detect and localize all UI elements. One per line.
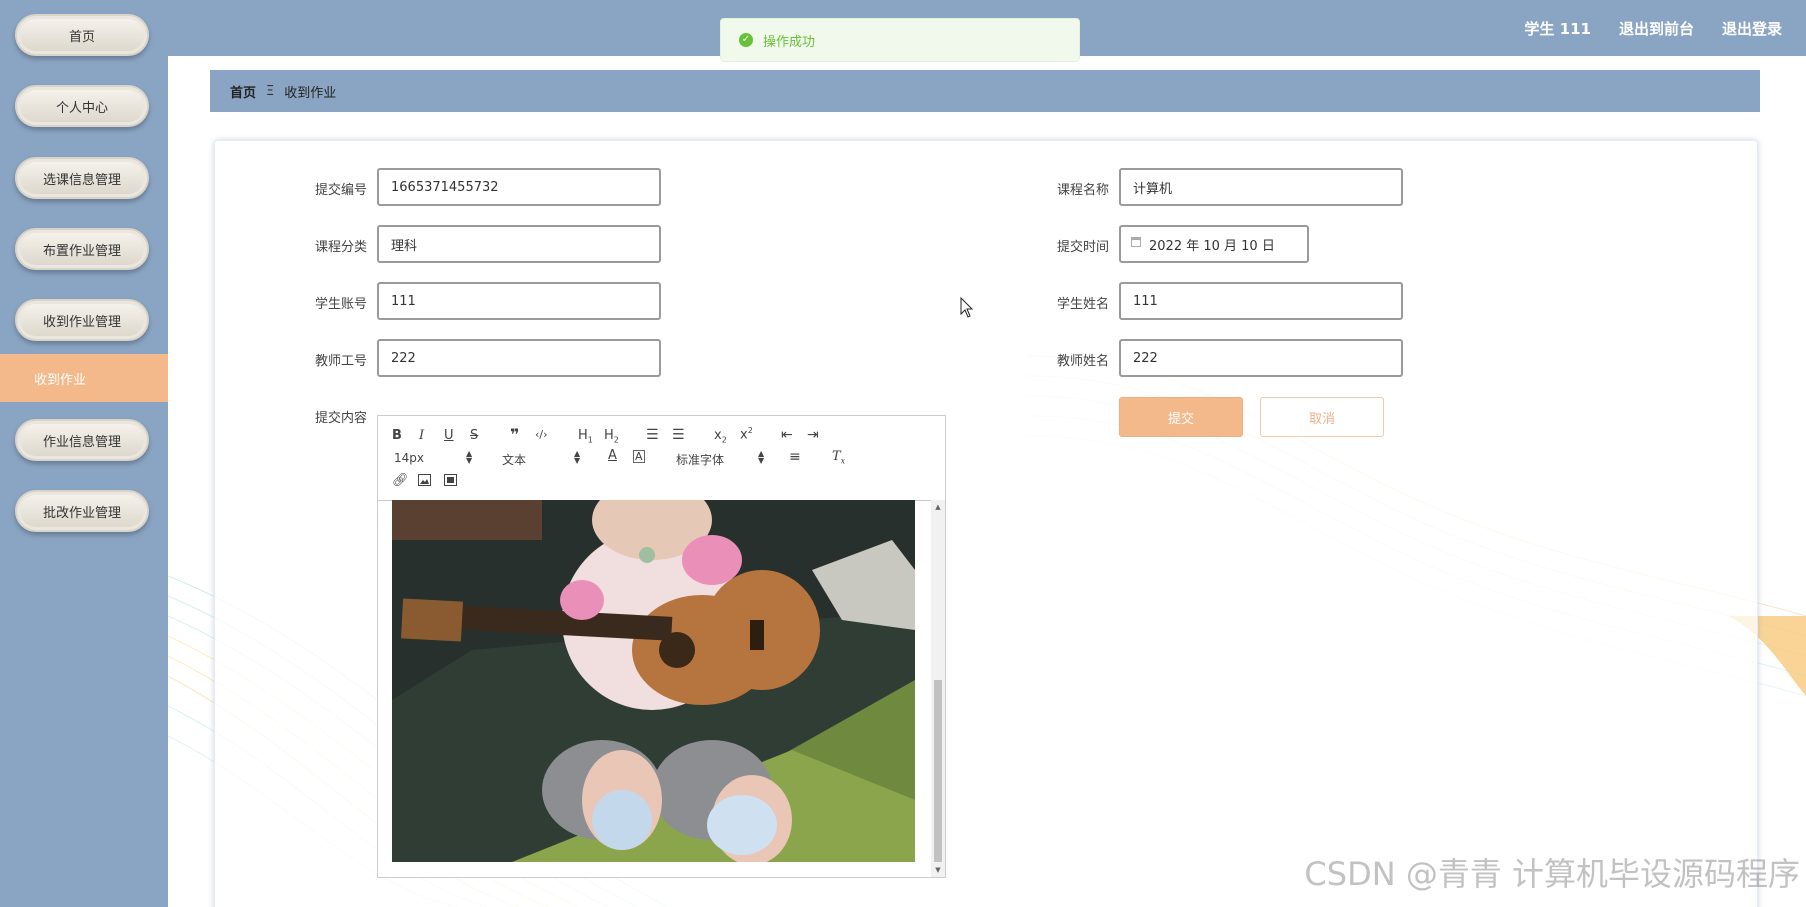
submit-time-value: 2022 年 10 月 10 日 [1149,238,1275,254]
breadcrumb: 首页 Ξ 收到作业 [210,70,1760,112]
code-block-icon[interactable]: ‹/› [535,429,548,440]
sidebar-item-homework-info[interactable]: 作业信息管理 [15,419,149,461]
sidebar-subitem-received-homework[interactable]: 收到作业 [0,354,168,402]
align-icon[interactable]: ≡ [789,450,801,464]
content-label: 提交内容 [314,411,367,426]
student-name-label: 学生姓名 [1056,297,1109,312]
toast-message: 操作成功 [763,34,816,50]
submit-button[interactable]: 提交 [1119,397,1243,437]
subscript-icon[interactable]: x2 [714,429,727,445]
success-toast: ✓ 操作成功 [720,18,1080,62]
submit-no-input[interactable] [377,168,661,206]
font-size-value: 14px [394,451,424,465]
submit-time-picker[interactable]: 2022 年 10 月 10 日 [1119,225,1309,263]
editor-toolbar: B I U S ❞ ‹/› H1 H2 ☰ ☰ x2 x2 ⇤ ⇥ 14px ▲… [378,416,945,501]
ordered-list-icon[interactable]: ☰ [646,428,659,442]
paragraph-value: 文本 [502,453,527,467]
sidebar-item-grade-homework[interactable]: 批改作业管理 [15,490,149,532]
submit-time-label: 提交时间 [1056,240,1109,255]
student-account-label: 学生账号 [314,297,367,312]
teacher-name-label: 教师姓名 [1056,354,1109,369]
breadcrumb-current: 收到作业 [284,85,337,101]
image-icon[interactable] [418,474,431,489]
header1-icon[interactable]: H1 [578,429,593,445]
cancel-button[interactable]: 取消 [1260,397,1384,437]
font-size-select[interactable]: 14px ▲ ▼ [394,450,472,466]
course-category-input[interactable] [377,225,661,263]
sidebar-item-assign-homework[interactable]: 布置作业管理 [15,228,149,270]
header2-icon[interactable]: H2 [604,429,619,445]
scroll-down-icon[interactable]: ▼ [931,863,945,877]
bullet-list-icon[interactable]: ☰ [672,428,685,442]
paragraph-select[interactable]: 文本 ▲ ▼ [502,450,580,468]
sidebar: 首页 个人中心 选课信息管理 布置作业管理 收到作业管理 收到作业 作业信息管理… [0,0,168,907]
sidebar-item-received-homework[interactable]: 收到作业管理 [15,299,149,341]
superscript-icon[interactable]: x2 [740,427,753,442]
outdent-icon[interactable]: ⇤ [781,428,793,442]
teacher-name-input[interactable] [1119,339,1403,377]
calendar-icon [1131,237,1141,247]
student-account-input[interactable] [377,282,661,320]
select-arrows-icon: ▲ ▼ [466,449,473,465]
font-family-value: 标准字体 [676,453,725,467]
sidebar-item-course-selection[interactable]: 选课信息管理 [15,157,149,199]
scroll-thumb[interactable] [934,680,942,862]
clear-format-icon[interactable]: Tx [832,450,845,466]
indent-icon[interactable]: ⇥ [807,428,819,442]
breadcrumb-separator-icon: Ξ [266,83,275,99]
teacher-id-label: 教师工号 [314,354,367,369]
editor-scrollbar[interactable]: ▲ ▼ [931,500,945,877]
sidebar-item-home[interactable]: 首页 [15,14,149,56]
rich-text-editor: B I U S ❞ ‹/› H1 H2 ☰ ☰ x2 x2 ⇤ ⇥ 14px ▲… [377,415,946,878]
breadcrumb-home[interactable]: 首页 [230,82,256,101]
editor-content[interactable] [378,500,945,877]
select-arrows-icon: ▲ ▼ [758,449,765,465]
student-name-input[interactable] [1119,282,1403,320]
blockquote-icon[interactable]: ❞ [510,427,519,443]
select-arrows-icon: ▲ ▼ [574,449,581,465]
logout-link[interactable]: 退出登录 [1722,18,1782,39]
back-to-front-link[interactable]: 退出到前台 [1619,18,1694,39]
background-color-icon[interactable]: A [633,450,645,463]
teacher-id-input[interactable] [377,339,661,377]
child-with-ukulele-image [392,500,915,862]
course-name-label: 课程名称 [1056,183,1109,198]
course-category-label: 课程分类 [314,240,367,255]
scroll-up-icon[interactable]: ▲ [931,500,945,514]
form-card: 提交编号 课程名称 课程分类 提交时间 2022 年 10 月 10 日 学生账… [214,140,1758,907]
font-family-select[interactable]: 标准字体 ▲ ▼ [676,450,764,468]
sidebar-item-personal-center[interactable]: 个人中心 [15,85,149,127]
font-color-icon[interactable]: A [608,449,617,462]
course-name-input[interactable] [1119,168,1403,206]
underline-icon[interactable]: U [444,429,454,442]
strikethrough-icon[interactable]: S [470,429,478,442]
current-user: 学生 111 [1524,19,1591,38]
video-icon[interactable] [444,474,457,489]
bold-icon[interactable]: B [392,429,402,442]
submit-no-label: 提交编号 [314,183,367,198]
link-icon[interactable]: 🔗︎ [392,474,409,487]
italic-icon[interactable]: I [419,429,424,442]
check-circle-icon: ✓ [739,33,753,47]
